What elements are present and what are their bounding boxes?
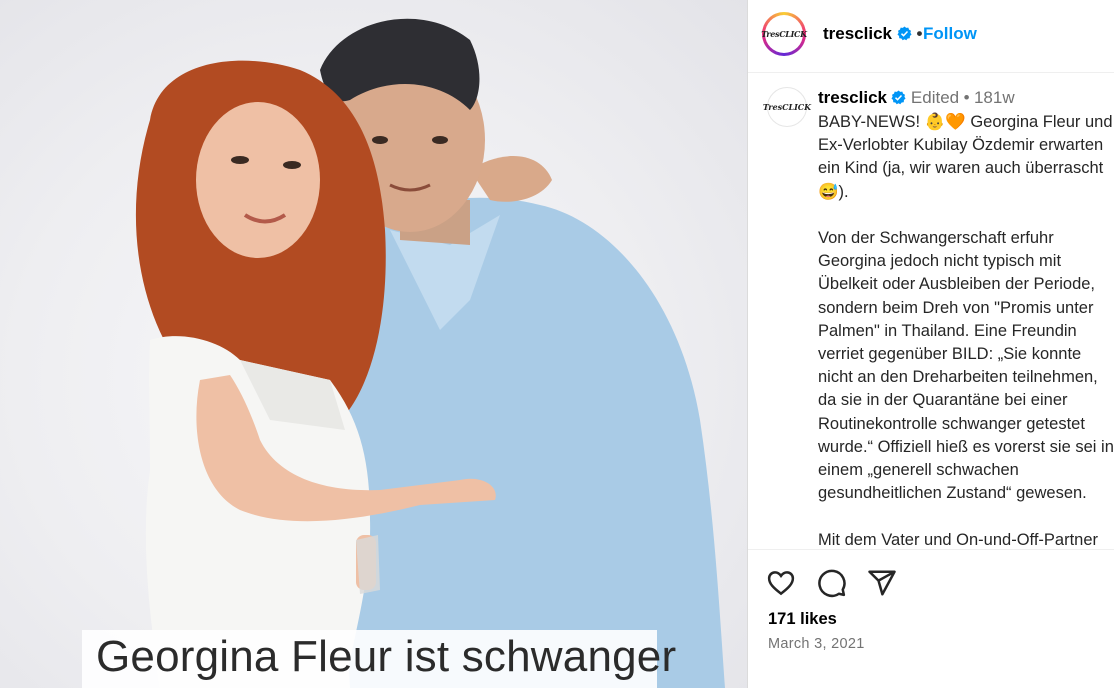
image-caption-text: Georgina Fleur ist schwanger [96,632,677,681]
action-bar: 171 likes March 3, 2021 [748,549,1114,688]
header-username-text[interactable]: tresclick [823,24,892,43]
profile-avatar[interactable]: TresCLICK [761,12,807,56]
post-header: TresCLICK tresclick • Follow [748,0,1114,73]
caption-username[interactable]: tresclick [818,88,887,107]
verified-icon [891,90,906,105]
post-date[interactable]: March 3, 2021 [768,636,865,652]
post-age[interactable]: 181w [974,88,1015,107]
comment-icon[interactable] [817,568,847,598]
share-icon[interactable] [867,568,897,598]
avatar-logo: TresCLICK [761,15,807,53]
post-sidebar: TresCLICK tresclick • Follow TresCLICK t… [747,0,1114,688]
edited-label: Edited [910,88,960,107]
header-separator: • [916,24,923,43]
caption-text: BABY-NEWS! 👶🧡 Georgina Fleur und Ex-Verl… [818,113,1114,546]
photo-illustration [135,18,725,688]
heart-icon[interactable] [766,568,796,598]
header-username[interactable]: tresclick • [823,24,922,44]
follow-button[interactable]: Follow [923,24,977,44]
verified-icon [897,26,912,41]
post-image[interactable]: Georgina Fleur ist schwanger [0,0,747,688]
caption-header: tresclick Edited • 181w [818,88,1015,108]
likes-count[interactable]: 171 likes [768,610,837,629]
caption-separator: • [963,88,970,107]
caption-avatar[interactable]: TresCLICK [763,87,811,127]
